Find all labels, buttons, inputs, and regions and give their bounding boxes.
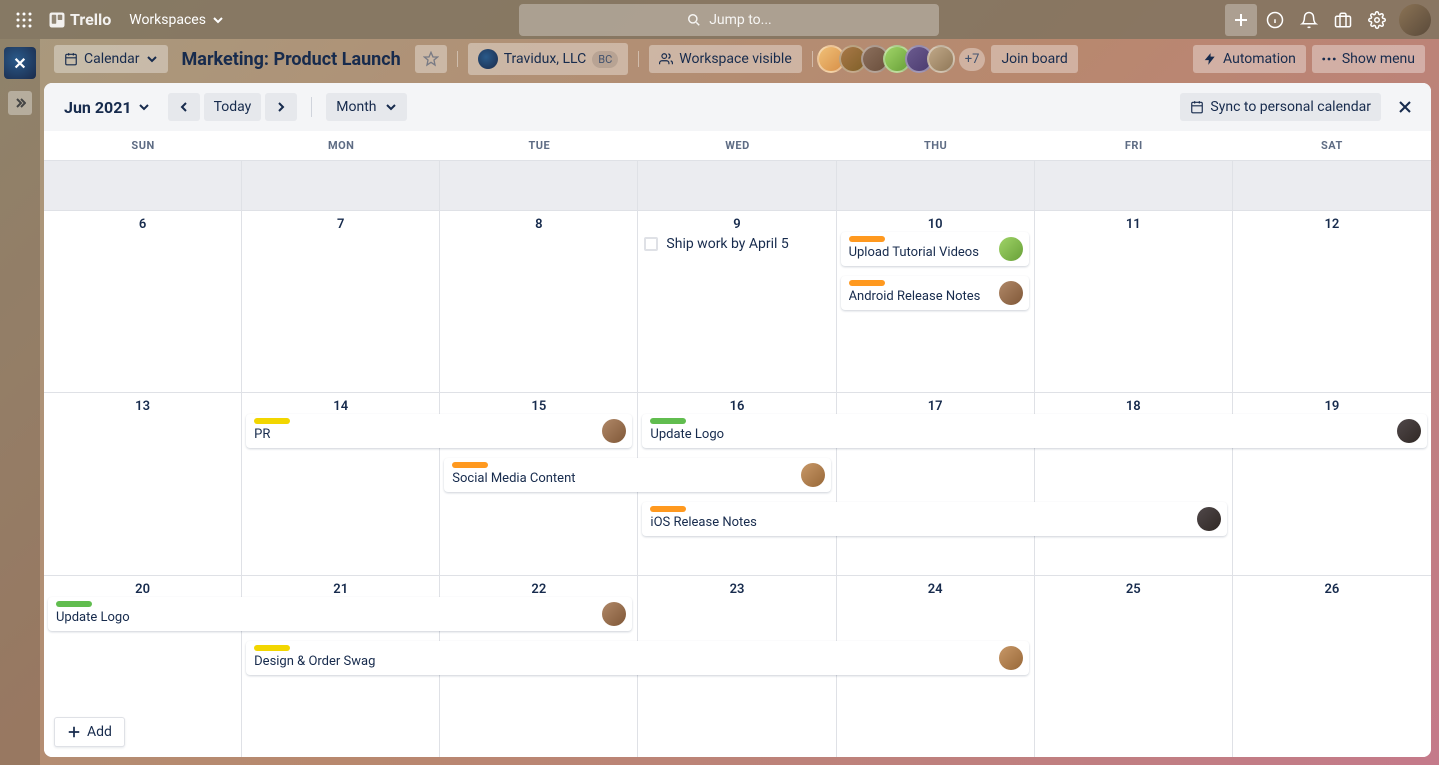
calendar-day[interactable] — [44, 160, 242, 210]
org-icon — [478, 49, 498, 69]
range-picker[interactable]: Month — [326, 93, 406, 121]
event-pr[interactable]: PR — [246, 414, 632, 448]
event-ios-notes[interactable]: iOS Release Notes — [642, 502, 1226, 536]
sidebar-expand-button[interactable] — [8, 91, 32, 115]
global-search[interactable]: Jump to... — [519, 4, 939, 36]
label-orange — [849, 236, 885, 242]
label-orange — [849, 280, 885, 286]
event-android-notes[interactable]: Android Release Notes — [841, 276, 1029, 310]
board-title[interactable]: Marketing: Product Launch — [174, 49, 409, 70]
member-avatar[interactable] — [927, 45, 955, 73]
dow-sat: SAT — [1233, 131, 1431, 160]
next-button[interactable] — [265, 93, 297, 121]
calendar-day-6[interactable]: 6 — [44, 210, 242, 392]
add-card-button[interactable]: Add — [54, 717, 125, 747]
checkbox-icon[interactable] — [644, 237, 658, 251]
automation-button[interactable]: Automation — [1193, 45, 1306, 73]
apps-switcher-icon[interactable] — [8, 4, 40, 36]
more-members-count[interactable]: +7 — [959, 48, 986, 71]
event-update-logo-1[interactable]: Update Logo — [642, 414, 1427, 448]
trello-logo[interactable]: Trello — [48, 10, 111, 29]
label-yellow — [254, 418, 290, 424]
show-menu-button[interactable]: Show menu — [1312, 45, 1425, 73]
calendar-toolbar: Jun 2021 Today Month Sync to personal ca… — [44, 83, 1431, 131]
logo-text: Trello — [70, 10, 111, 29]
calendar-day[interactable] — [638, 160, 836, 210]
sidebar-collapsed: ✕ — [0, 39, 40, 765]
calendar-day[interactable] — [242, 160, 440, 210]
dow-wed: WED — [638, 131, 836, 160]
calendar-day[interactable] — [1233, 160, 1431, 210]
board-header: Calendar Marketing: Product Launch Travi… — [40, 39, 1439, 79]
month-picker[interactable]: Jun 2021 — [56, 92, 158, 123]
card-member-avatar — [999, 281, 1023, 305]
dow-fri: FRI — [1035, 131, 1233, 160]
sync-calendar-button[interactable]: Sync to personal calendar — [1180, 93, 1381, 121]
close-calendar-button[interactable] — [1391, 93, 1419, 121]
card-member-avatar — [999, 237, 1023, 261]
event-social-media[interactable]: Social Media Content — [444, 458, 830, 492]
card-member-avatar — [801, 463, 825, 487]
calendar-day-12[interactable]: 12 — [1233, 210, 1431, 392]
join-board-button[interactable]: Join board — [991, 45, 1077, 73]
calendar-view: Jun 2021 Today Month Sync to personal ca… — [44, 83, 1431, 757]
dow-mon: MON — [242, 131, 440, 160]
workspace-icon[interactable]: ✕ — [4, 47, 36, 79]
settings-icon[interactable] — [1361, 4, 1393, 36]
calendar-day-11[interactable]: 11 — [1035, 210, 1233, 392]
calendar-day-13[interactable]: 13 — [44, 392, 242, 574]
search-placeholder: Jump to... — [709, 12, 772, 28]
event-swag[interactable]: Design & Order Swag — [246, 641, 1029, 675]
card-member-avatar — [602, 602, 626, 626]
prev-button[interactable] — [168, 93, 200, 121]
label-green — [650, 418, 686, 424]
org-pill[interactable]: Travidux, LLC BC — [468, 43, 629, 75]
info-icon[interactable] — [1259, 4, 1291, 36]
briefcase-icon[interactable] — [1327, 4, 1359, 36]
label-orange — [452, 462, 488, 468]
calendar-day[interactable] — [837, 160, 1035, 210]
calendar-day[interactable] — [1035, 160, 1233, 210]
notifications-icon[interactable] — [1293, 4, 1325, 36]
star-button[interactable] — [415, 45, 447, 73]
card-member-avatar — [1197, 507, 1221, 531]
member-stack[interactable]: +7 — [823, 45, 986, 73]
event-update-logo-2[interactable]: Update Logo — [48, 597, 632, 631]
dow-tue: TUE — [440, 131, 638, 160]
today-button[interactable]: Today — [204, 93, 262, 121]
create-button[interactable] — [1225, 4, 1257, 36]
calendar-day-8[interactable]: 8 — [440, 210, 638, 392]
calendar-day-7[interactable]: 7 — [242, 210, 440, 392]
event-upload-videos[interactable]: Upload Tutorial Videos — [841, 232, 1029, 266]
event-ship[interactable]: Ship work by April 5 — [644, 236, 788, 252]
card-member-avatar — [602, 419, 626, 443]
day-of-week-header: SUN MON TUE WED THU FRI SAT — [44, 131, 1431, 160]
label-green — [56, 601, 92, 607]
visibility-button[interactable]: Workspace visible — [649, 45, 801, 73]
label-orange — [650, 506, 686, 512]
card-member-avatar — [1397, 419, 1421, 443]
card-member-avatar — [999, 646, 1023, 670]
label-yellow — [254, 645, 290, 651]
workspaces-dropdown[interactable]: Workspaces — [119, 6, 234, 34]
dow-sun: SUN — [44, 131, 242, 160]
dow-thu: THU — [837, 131, 1035, 160]
calendar-day-25[interactable]: 25 — [1035, 575, 1233, 757]
global-topbar: Trello Workspaces Jump to... — [0, 0, 1439, 39]
calendar-grid: 6 7 8 9 10 11 12 13 14 15 16 17 18 19 20… — [44, 160, 1431, 757]
calendar-day[interactable] — [440, 160, 638, 210]
user-avatar[interactable] — [1399, 4, 1431, 36]
view-switcher[interactable]: Calendar — [54, 45, 168, 73]
calendar-day-26[interactable]: 26 — [1233, 575, 1431, 757]
bc-badge: BC — [592, 51, 618, 68]
